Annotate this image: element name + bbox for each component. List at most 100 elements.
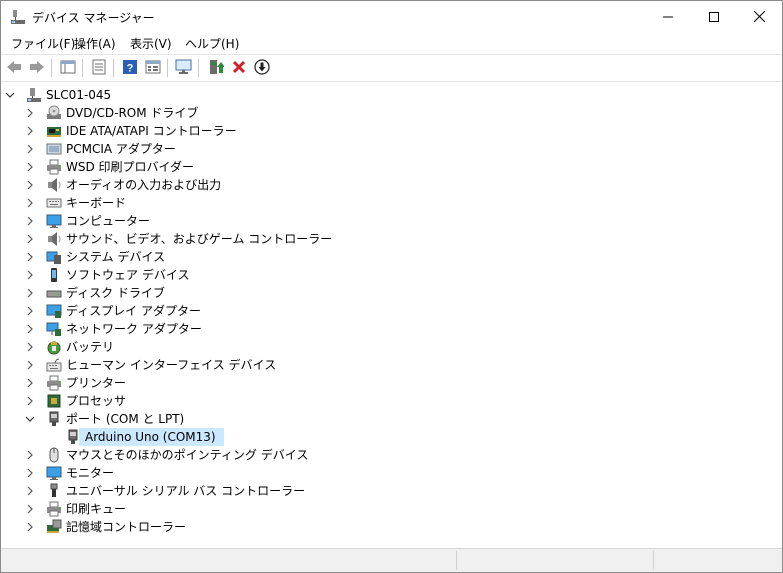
help-button[interactable]: ? <box>120 58 140 78</box>
tree-category[interactable]: ディスク ドライブ <box>2 284 781 302</box>
back-button[interactable] <box>4 58 24 78</box>
tree-category[interactable]: ヒューマン インターフェイス デバイス <box>2 356 781 374</box>
printer-icon <box>46 159 62 175</box>
status-pane <box>653 551 781 570</box>
tree-category[interactable]: オーディオの入力および出力 <box>2 176 781 194</box>
tree-category[interactable]: PCMCIA アダプター <box>2 140 781 158</box>
tree-category[interactable]: ソフトウェア デバイス <box>2 266 781 284</box>
tree-category[interactable]: キーボード <box>2 194 781 212</box>
chevron-right-icon[interactable] <box>24 377 36 389</box>
scan-hardware-button[interactable] <box>174 58 194 78</box>
svg-text:?: ? <box>127 62 134 74</box>
properties-icon <box>91 59 107 78</box>
show-hide-tree-button[interactable] <box>58 58 78 78</box>
back-icon <box>6 59 22 78</box>
chevron-right-icon[interactable] <box>24 125 36 137</box>
chevron-down-icon[interactable] <box>4 89 16 101</box>
dvd-drive-icon <box>46 105 62 121</box>
chevron-right-icon[interactable] <box>24 179 36 191</box>
disable-button[interactable] <box>252 58 272 78</box>
chevron-right-icon[interactable] <box>24 107 36 119</box>
properties-button[interactable] <box>89 58 109 78</box>
toolbar: ? <box>1 54 782 82</box>
tree-item-label: コンピューター <box>66 214 151 228</box>
tree-category[interactable]: ポート (COM と LPT) <box>2 410 781 428</box>
menu-action[interactable]: 操作(A) <box>74 35 116 52</box>
tree-category[interactable]: WSD 印刷プロバイダー <box>2 158 781 176</box>
chevron-right-icon[interactable] <box>24 143 36 155</box>
usb-icon <box>46 483 62 499</box>
menu-help[interactable]: ヘルプ(H) <box>185 35 239 52</box>
tree-category[interactable]: IDE ATA/ATAPI コントローラー <box>2 122 781 140</box>
storage-controller-icon <box>46 519 62 535</box>
minimize-button[interactable] <box>645 1 691 32</box>
tree-category[interactable]: プロセッサ <box>2 392 781 410</box>
tree-category[interactable]: プリンター <box>2 374 781 392</box>
keyboard-icon <box>46 195 62 211</box>
chevron-down-icon[interactable] <box>24 413 36 425</box>
device-manager-window: デバイス マネージャー ファイル(F) 操作(A) 表示(V) ヘルプ(H) ?… <box>0 0 783 573</box>
tree-category[interactable]: DVD/CD-ROM ドライブ <box>2 104 781 122</box>
update-driver-button[interactable] <box>206 58 226 78</box>
tree-item-label: ポート (COM と LPT) <box>66 412 185 426</box>
tree-category[interactable]: コンピューター <box>2 212 781 230</box>
view-button[interactable] <box>143 58 163 78</box>
toolbar-separator <box>51 59 52 77</box>
tree-item-label: ソフトウェア デバイス <box>66 268 190 282</box>
chevron-right-icon[interactable] <box>24 269 36 281</box>
forward-button[interactable] <box>27 58 47 78</box>
chevron-right-icon[interactable] <box>24 467 36 479</box>
show-hide-tree-icon <box>60 59 76 78</box>
chevron-right-icon[interactable] <box>24 449 36 461</box>
window-title: デバイス マネージャー <box>32 11 155 25</box>
chevron-right-icon[interactable] <box>24 197 36 209</box>
update-driver-icon <box>208 59 225 78</box>
tree-category[interactable]: ユニバーサル シリアル バス コントローラー <box>2 482 781 500</box>
tree-item-label: プリンター <box>66 376 127 390</box>
chevron-right-icon[interactable] <box>24 161 36 173</box>
port-icon <box>65 429 81 445</box>
tree-item-label: マウスとそのほかのポインティング デバイス <box>66 448 309 462</box>
tree-category[interactable]: ディスプレイ アダプター <box>2 302 781 320</box>
tree-device-item[interactable]: Arduino Uno (COM13) <box>2 428 781 446</box>
chevron-right-icon[interactable] <box>24 233 36 245</box>
network-adapter-icon <box>46 321 62 337</box>
device-tree[interactable]: SLC01-045 DVD/CD-ROM ドライブ IDE ATA/ATAPI コン… <box>2 83 781 546</box>
port-icon <box>46 411 62 427</box>
tree-category[interactable]: マウスとそのほかのポインティング デバイス <box>2 446 781 464</box>
toolbar-separator <box>198 59 199 77</box>
tree-category[interactable]: サウンド、ビデオ、およびゲーム コントローラー <box>2 230 781 248</box>
menu-file[interactable]: ファイル(F) <box>11 35 75 52</box>
chevron-right-icon[interactable] <box>24 485 36 497</box>
printer-icon <box>46 375 62 391</box>
display-adapter-icon <box>46 303 62 319</box>
chevron-right-icon[interactable] <box>24 215 36 227</box>
tree-category[interactable]: ネットワーク アダプター <box>2 320 781 338</box>
software-device-icon <box>46 267 62 283</box>
menu-view[interactable]: 表示(V) <box>130 35 172 52</box>
scan-hardware-icon <box>175 59 193 78</box>
tree-item-label: WSD 印刷プロバイダー <box>66 160 195 174</box>
chevron-right-icon[interactable] <box>24 305 36 317</box>
close-button[interactable] <box>736 1 782 32</box>
tree-root[interactable]: SLC01-045 <box>2 86 781 104</box>
tree-category[interactable]: 記憶域コントローラー <box>2 518 781 536</box>
tree-category[interactable]: 印刷キュー <box>2 500 781 518</box>
tree-category[interactable]: モニター <box>2 464 781 482</box>
chevron-right-icon[interactable] <box>24 341 36 353</box>
speaker-icon <box>46 177 62 193</box>
uninstall-icon <box>232 60 246 77</box>
chevron-right-icon[interactable] <box>24 503 36 515</box>
toolbar-separator <box>167 59 168 77</box>
tree-category[interactable]: バッテリ <box>2 338 781 356</box>
chevron-right-icon[interactable] <box>24 287 36 299</box>
maximize-button[interactable] <box>691 1 737 32</box>
chevron-right-icon[interactable] <box>24 323 36 335</box>
chevron-right-icon[interactable] <box>24 521 36 533</box>
chevron-right-icon[interactable] <box>24 395 36 407</box>
chevron-right-icon[interactable] <box>24 251 36 263</box>
uninstall-button[interactable] <box>229 58 249 78</box>
pcmcia-icon <box>46 141 62 157</box>
tree-category[interactable]: システム デバイス <box>2 248 781 266</box>
chevron-right-icon[interactable] <box>24 359 36 371</box>
